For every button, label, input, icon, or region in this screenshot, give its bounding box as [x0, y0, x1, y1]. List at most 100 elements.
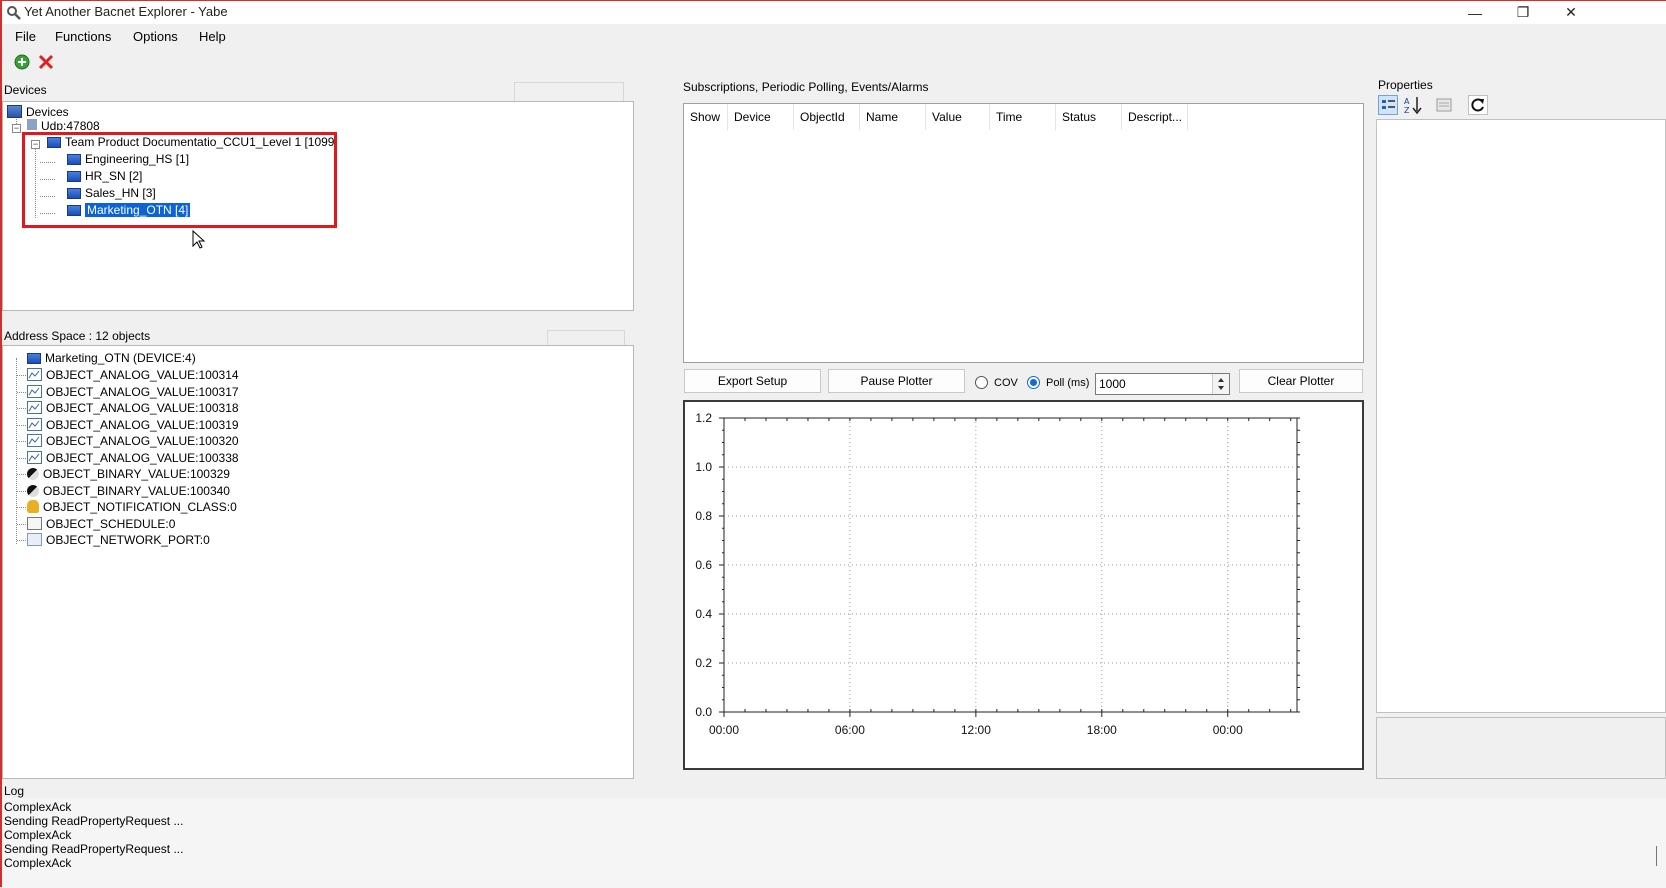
- address-object-row[interactable]: OBJECT_NETWORK_PORT:0: [27, 532, 210, 549]
- analog-value-icon: [27, 417, 42, 431]
- network-devices-icon: [7, 105, 22, 118]
- menu-bar: File Functions Options Help: [2, 24, 1666, 48]
- plotter-chart-frame: 0.0 0.2 0.4 0.6 0.8 1.0 1.2 00:00 06:00 12:00 18:0…: [683, 400, 1364, 770]
- y-tick-label: 1.2: [695, 411, 712, 425]
- cov-radio[interactable]: [975, 376, 988, 389]
- highlight-annotation: [22, 132, 337, 228]
- plot-area: [723, 417, 1298, 713]
- address-object-row[interactable]: OBJECT_ANALOG_VALUE:100319: [27, 417, 239, 434]
- y-tick-label: 0.0: [695, 705, 712, 719]
- devices-panel-label: Devices: [4, 83, 47, 97]
- log-output[interactable]: ComplexAck Sending ReadPropertyRequest .…: [2, 798, 1666, 888]
- refresh-icon: [1471, 98, 1484, 112]
- devices-search-field[interactable]: [514, 82, 624, 102]
- remove-device-icon[interactable]: [37, 53, 55, 71]
- y-tick-label: 0.2: [695, 656, 712, 670]
- column-name[interactable]: Name: [860, 104, 926, 130]
- address-object-row[interactable]: OBJECT_ANALOG_VALUE:100320: [27, 433, 239, 450]
- x-tick-label: 12:00: [961, 723, 991, 737]
- address-object-row[interactable]: OBJECT_ANALOG_VALUE:100317: [27, 384, 239, 401]
- analog-value-icon: [27, 401, 42, 414]
- subscriptions-list[interactable]: Show Device ObjectId Name Value Time Sta…: [683, 103, 1364, 363]
- y-tick-label: 0.6: [695, 558, 712, 572]
- menu-help[interactable]: Help: [199, 29, 226, 44]
- network-port-icon: [27, 533, 42, 546]
- stepper-arrows-icon: [1218, 378, 1224, 390]
- column-show[interactable]: Show: [684, 104, 728, 130]
- minimize-button[interactable]: —: [1452, 1, 1498, 24]
- close-button[interactable]: ✕: [1548, 1, 1594, 24]
- plotter-chart: 0.0 0.2 0.4 0.6 0.8 1.0 1.2 00:00 06:00 12:00 18:0…: [695, 411, 1300, 737]
- poll-radio[interactable]: [1027, 376, 1040, 389]
- alphabetical-sort-button[interactable]: A Z: [1403, 95, 1423, 115]
- categorized-view-button[interactable]: [1378, 95, 1398, 115]
- restore-button[interactable]: ❐: [1500, 1, 1546, 24]
- analog-value-icon: [27, 384, 42, 398]
- stepper-arrows[interactable]: [1212, 374, 1229, 394]
- column-status[interactable]: Status: [1056, 104, 1122, 130]
- column-description[interactable]: Descript...: [1122, 104, 1188, 130]
- analog-value-icon: [27, 434, 42, 447]
- address-object-row[interactable]: OBJECT_SCHEDULE:0: [27, 516, 175, 533]
- binary-value-icon: [27, 468, 39, 480]
- property-description-box: [1376, 717, 1666, 779]
- toolbar: [2, 49, 1666, 77]
- column-time[interactable]: Time: [990, 104, 1056, 130]
- y-tick-label: 1.0: [695, 460, 712, 474]
- poll-label: Poll (ms): [1046, 377, 1090, 389]
- menu-functions[interactable]: Functions: [55, 29, 111, 44]
- column-value[interactable]: Value: [926, 104, 990, 130]
- x-tick-label: 00:00: [709, 723, 739, 737]
- log-line: ComplexAck: [4, 828, 72, 842]
- y-tick-label: 0.8: [695, 509, 712, 523]
- menu-options[interactable]: Options: [133, 29, 178, 44]
- subscriptions-label: Subscriptions, Periodic Polling, Events/…: [683, 80, 929, 94]
- log-line: ComplexAck: [4, 800, 72, 814]
- column-objectid[interactable]: ObjectId: [794, 104, 860, 130]
- address-object-row[interactable]: OBJECT_ANALOG_VALUE:100338: [27, 450, 239, 467]
- properties-grid[interactable]: [1376, 119, 1666, 713]
- title-bar: Yet Another Bacnet Explorer - Yabe — ❐ ✕: [2, 1, 1666, 24]
- poll-interval-value: 1000: [1099, 377, 1126, 391]
- sort-az-icon: A Z: [1404, 97, 1422, 115]
- notification-bell-icon: [27, 500, 39, 513]
- window-title: Yet Another Bacnet Explorer - Yabe: [24, 4, 228, 19]
- poll-interval-stepper[interactable]: 1000: [1095, 373, 1230, 395]
- udp-expander[interactable]: −: [12, 124, 21, 133]
- udp-port-icon: [27, 119, 37, 130]
- address-object-row[interactable]: OBJECT_ANALOG_VALUE:100314: [27, 367, 239, 384]
- cov-label: COV: [994, 377, 1018, 389]
- address-object-row[interactable]: OBJECT_ANALOG_VALUE:100318: [27, 400, 239, 417]
- address-object-row[interactable]: OBJECT_NOTIFICATION_CLASS:0: [27, 499, 237, 516]
- device-computer-icon: [27, 353, 41, 364]
- refresh-button[interactable]: [1468, 95, 1488, 115]
- x-tick-label: 06:00: [835, 723, 865, 737]
- address-root-device[interactable]: Marketing_OTN (DEVICE:4): [27, 350, 196, 367]
- tree-udp-node[interactable]: Udp:47808: [27, 118, 100, 130]
- add-device-icon[interactable]: [13, 53, 31, 71]
- pause-plotter-button[interactable]: Pause Plotter: [828, 369, 965, 393]
- x-tick-label: 18:00: [1087, 723, 1117, 737]
- app-icon: [7, 6, 21, 20]
- column-device[interactable]: Device: [728, 104, 794, 130]
- address-object-row[interactable]: OBJECT_BINARY_VALUE:100329: [27, 466, 230, 483]
- svg-text:Z: Z: [1404, 106, 1410, 115]
- y-tick-label: 0.4: [695, 607, 712, 621]
- address-space-label: Address Space : 12 objects: [4, 329, 151, 343]
- mouse-cursor-icon: [192, 230, 206, 249]
- log-line: ComplexAck: [4, 856, 72, 870]
- menu-file[interactable]: File: [15, 29, 36, 44]
- address-object-row[interactable]: OBJECT_BINARY_VALUE:100340: [27, 483, 230, 500]
- log-line: Sending ReadPropertyRequest ...: [4, 814, 184, 828]
- clear-plotter-button[interactable]: Clear Plotter: [1239, 369, 1363, 393]
- app-window: Yet Another Bacnet Explorer - Yabe — ❐ ✕…: [0, 0, 1666, 888]
- schedule-icon: [27, 516, 42, 530]
- x-tick-label: 00:00: [1213, 723, 1243, 737]
- log-scrollbar[interactable]: [1656, 846, 1657, 866]
- analog-value-icon: [27, 368, 42, 381]
- properties-label: Properties: [1378, 78, 1433, 92]
- export-setup-button[interactable]: Export Setup: [684, 369, 821, 393]
- property-pages-icon: [1436, 98, 1452, 112]
- address-space-tree[interactable]: Marketing_OTN (DEVICE:4) OBJECT_ANALOG_V…: [2, 345, 634, 779]
- property-pages-button[interactable]: [1435, 96, 1453, 114]
